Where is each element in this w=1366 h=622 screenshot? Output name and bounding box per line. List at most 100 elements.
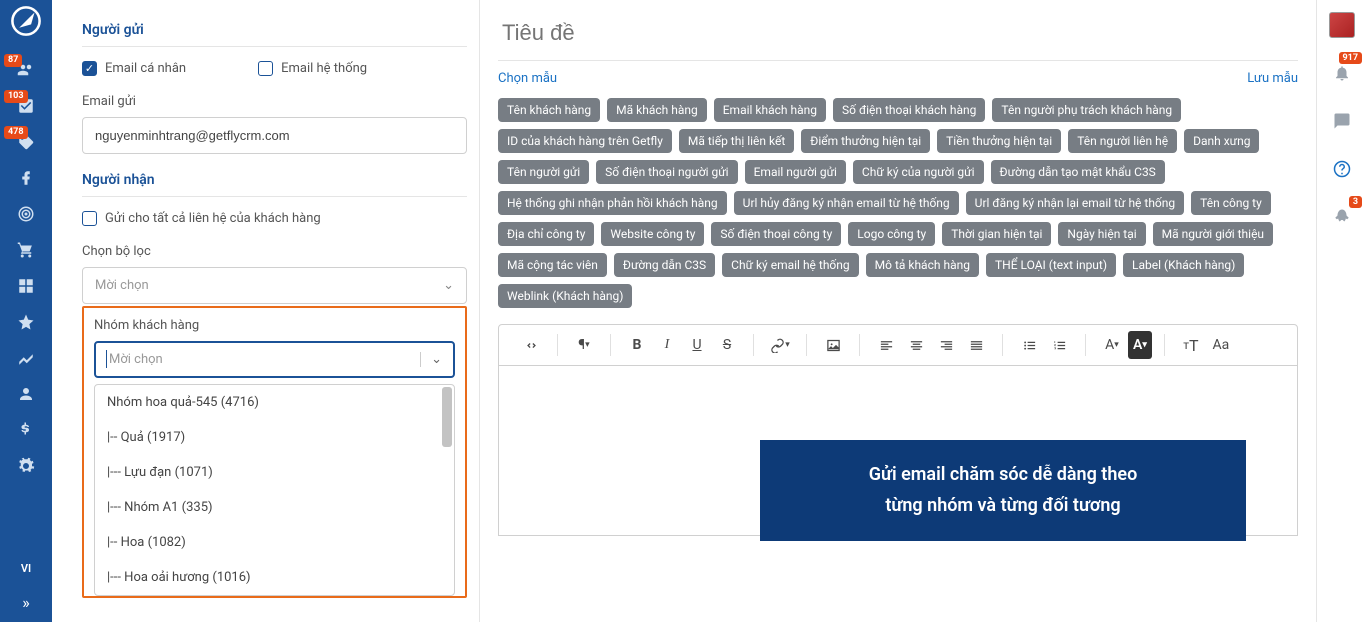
merge-tag[interactable]: Url đăng ký nhận lại email từ hệ thống (966, 191, 1184, 215)
dropdown-option[interactable]: |--- Hoa oải hương (1016) (95, 560, 454, 595)
sidebar-item-2[interactable]: 103 (0, 88, 52, 124)
select-placeholder: Mời chọn (95, 278, 149, 293)
save-template-link[interactable]: Lưu mẫu (1247, 71, 1298, 86)
sidebar-item-gear[interactable] (0, 448, 52, 484)
app-logo[interactable] (9, 4, 43, 38)
merge-tag[interactable]: Chữ ký email hệ thống (722, 253, 858, 277)
checkbox-personal-email[interactable]: Email cá nhân (82, 61, 186, 76)
highlighted-group-section: Nhóm khách hàng Mời chọn ⌄ Nhóm hoa quả-… (82, 306, 467, 598)
toolbar-underline[interactable]: U (683, 331, 711, 359)
toolbar-align-left[interactable] (872, 331, 900, 359)
merge-tag[interactable]: Email người gửi (745, 160, 846, 184)
toolbar-text-color[interactable]: A▾ (1098, 331, 1126, 359)
sidebar-item-dollar[interactable] (0, 412, 52, 448)
toolbar-paragraph[interactable]: ¶▾ (570, 331, 598, 359)
toolbar-list-ul[interactable] (1015, 331, 1043, 359)
sidebar-item-facebook[interactable] (0, 160, 52, 196)
help-icon (1333, 160, 1351, 178)
merge-tag[interactable]: Tên công ty (1191, 191, 1271, 215)
sidebar-item-target[interactable] (0, 196, 52, 232)
merge-tag[interactable]: Tiền thưởng hiện tại (937, 129, 1061, 153)
language-switch[interactable]: VI (0, 554, 52, 583)
dropdown-option[interactable]: |-- Hoa (1082) (95, 525, 454, 560)
group-dropdown: Nhóm hoa quả-545 (4716) |-- Quả (1917) |… (94, 384, 455, 596)
align-left-icon (879, 338, 894, 353)
toolbar-italic[interactable]: I (653, 331, 681, 359)
dropdown-option[interactable]: |--- Nhóm A1 (335) (95, 490, 454, 525)
toolbar-align-right[interactable] (932, 331, 960, 359)
user-avatar[interactable] (1317, 10, 1366, 40)
filter-select[interactable]: Mời chọn ⌄ (82, 267, 467, 304)
choose-template-link[interactable]: Chọn mẫu (498, 71, 557, 86)
merge-tag[interactable]: ID của khách hàng trên Getfly (498, 129, 672, 153)
dropdown-option[interactable]: |--- Lựu đạn (1071) (95, 455, 454, 490)
gear-icon (17, 457, 35, 475)
list-ul-icon (1022, 338, 1037, 353)
sidebar-item-boxes[interactable] (0, 268, 52, 304)
toolbar-font-case[interactable]: Aa (1207, 331, 1235, 359)
merge-tag[interactable]: Đường dẫn tạo mật khẩu C3S (991, 160, 1165, 184)
email-title-input[interactable] (498, 14, 1298, 61)
sidebar-item-person[interactable] (0, 376, 52, 412)
rocket-button[interactable]: 3 (1317, 202, 1366, 232)
toolbar-font-size[interactable]: тT (1177, 331, 1205, 359)
sidebar-item-1[interactable]: 87 (0, 52, 52, 88)
scrollbar[interactable] (442, 387, 452, 447)
merge-tag[interactable]: Tên người gửi (498, 160, 589, 184)
chat-button[interactable] (1317, 106, 1366, 136)
checkbox-system-email[interactable]: Email hệ thống (258, 61, 367, 76)
sidebar-item-chart[interactable] (0, 340, 52, 376)
toolbar-bold[interactable]: B (623, 331, 651, 359)
toolbar-align-center[interactable] (902, 331, 930, 359)
boxes-icon (17, 277, 35, 295)
merge-tag[interactable]: Điểm thưởng hiện tại (801, 129, 930, 153)
customer-group-select[interactable]: Mời chọn ⌄ (94, 341, 455, 378)
merge-tag[interactable]: Thời gian hiện tại (942, 222, 1051, 246)
sidebar-item-cart[interactable] (0, 232, 52, 268)
merge-tag[interactable]: Mã tiếp thị liên kết (679, 129, 794, 153)
code-icon (524, 338, 539, 353)
align-justify-icon (969, 338, 984, 353)
toolbar-image[interactable] (819, 331, 847, 359)
merge-tag[interactable]: Chữ ký của người gửi (853, 160, 984, 184)
merge-tag[interactable]: Label (Khách hàng) (1123, 253, 1244, 277)
toolbar-align-justify[interactable] (962, 331, 990, 359)
merge-tag[interactable]: Weblink (Khách hàng) (498, 284, 632, 308)
merge-tag[interactable]: Đường dẫn C3S (614, 253, 715, 277)
toolbar-link[interactable]: ▾ (766, 331, 794, 359)
toolbar-code[interactable] (517, 331, 545, 359)
sidebar-item-star[interactable] (0, 304, 52, 340)
merge-tag[interactable]: Mã người giới thiệu (1153, 222, 1273, 246)
merge-tag[interactable]: Danh xưng (1184, 129, 1259, 153)
merge-tag[interactable]: Ngày hiện tại (1058, 222, 1145, 246)
merge-tag[interactable]: Tên người liên hệ (1068, 129, 1177, 153)
merge-tag[interactable]: Hệ thống ghi nhận phản hồi khách hàng (498, 191, 727, 215)
sidebar-expand[interactable]: » (0, 583, 52, 622)
merge-tag[interactable]: Url hủy đăng ký nhận email từ hệ thống (734, 191, 959, 215)
checkbox-all-contacts[interactable]: Gửi cho tất cả liên hệ của khách hàng (82, 211, 467, 226)
sender-email-input[interactable] (82, 117, 467, 154)
toolbar-strike[interactable]: S (713, 331, 741, 359)
merge-tag[interactable]: THỂ LOẠI (text input) (986, 253, 1116, 277)
merge-tag[interactable]: Tên người phụ trách khách hàng (992, 98, 1181, 122)
notifications-button[interactable]: 917 (1317, 58, 1366, 88)
merge-tag[interactable]: Địa chỉ công ty (498, 222, 594, 246)
merge-tag[interactable]: Email khách hàng (714, 98, 826, 122)
merge-tag[interactable]: Website công ty (601, 222, 704, 246)
merge-tag[interactable]: Số điện thoại khách hàng (833, 98, 985, 122)
checkbox-icon (82, 211, 97, 226)
merge-tag[interactable]: Mã cộng tác viên (498, 253, 607, 277)
checkbox-label: Gửi cho tất cả liên hệ của khách hàng (105, 211, 321, 226)
merge-tag[interactable]: Số điện thoại người gửi (596, 160, 737, 184)
merge-tag[interactable]: Logo công ty (848, 222, 935, 246)
toolbar-list-ol[interactable] (1045, 331, 1073, 359)
merge-tag[interactable]: Mã khách hàng (607, 98, 707, 122)
merge-tag[interactable]: Số điện thoại công ty (711, 222, 841, 246)
toolbar-bg-color[interactable]: A▾ (1128, 331, 1152, 359)
sidebar-item-3[interactable]: 478 (0, 124, 52, 160)
merge-tag[interactable]: Tên khách hàng (498, 98, 600, 122)
help-button[interactable] (1317, 154, 1366, 184)
merge-tag[interactable]: Mô tả khách hàng (866, 253, 979, 277)
dropdown-option[interactable]: Nhóm hoa quả-545 (4716) (95, 385, 454, 420)
dropdown-option[interactable]: |-- Quả (1917) (95, 420, 454, 455)
